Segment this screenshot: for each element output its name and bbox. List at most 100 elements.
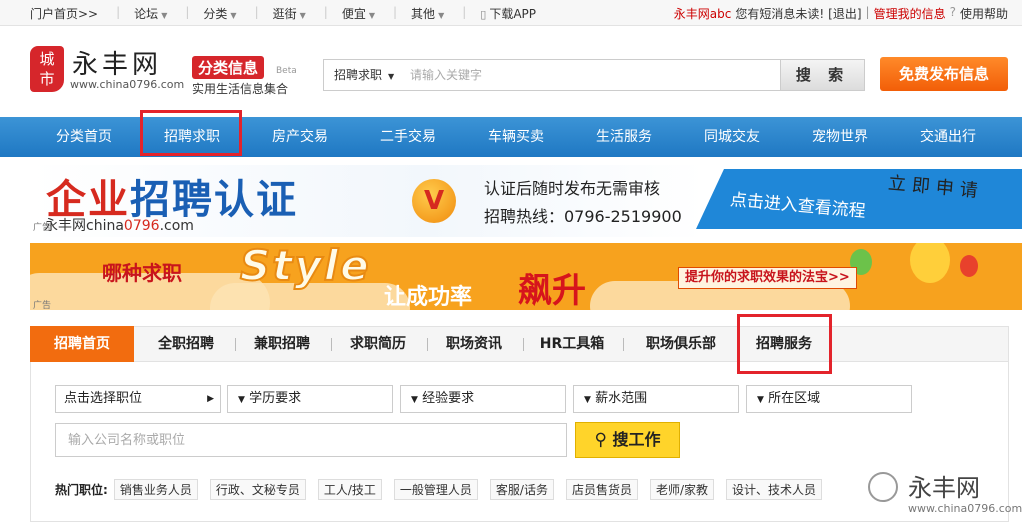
tab-resumes[interactable]: 求职简历 <box>335 327 421 361</box>
education-select-label: 学历要求 <box>249 391 302 406</box>
nav-item-vehicles[interactable]: 车辆买卖 <box>462 117 570 157</box>
hot-tag[interactable]: 一般管理人员 <box>393 479 478 500</box>
position-select-label: 点击选择职位 <box>64 391 143 406</box>
nav-item-pets[interactable]: 宠物世界 <box>786 117 894 157</box>
top-link-label: 下载APP <box>489 7 537 21</box>
top-link-other[interactable]: 其他 ▼ <box>411 5 444 22</box>
experience-select-label: 经验要求 <box>422 391 475 406</box>
top-link-portal[interactable]: 门户首页>> <box>30 5 98 22</box>
top-link-bargain[interactable]: 便宜 ▼ <box>342 5 375 22</box>
tab-hr-toolbox[interactable]: HR工具箱 <box>527 327 617 361</box>
tab-part-time[interactable]: 兼职招聘 <box>239 327 325 361</box>
hot-positions: 热门职位: 销售业务人员 行政、文秘专员 工人/技工 一般管理人员 客服/话务 … <box>55 479 834 500</box>
wechat-watermark: 永丰网 www.china0796.com <box>868 468 1022 524</box>
banner2-tips-link[interactable]: 提升你的求职效果的法宝>> <box>678 267 857 289</box>
tab-jobs-home[interactable]: 招聘首页 <box>30 326 134 362</box>
search-category-label: 招聘求职 <box>334 68 383 82</box>
top-link-forum[interactable]: 论坛 ▼ <box>134 5 167 22</box>
ad-label: 广告 <box>33 301 52 311</box>
tab-career-club[interactable]: 职场俱乐部 <box>631 327 731 361</box>
nav-item-life-services[interactable]: 生活服务 <box>570 117 678 157</box>
search-input[interactable] <box>410 60 780 90</box>
top-link-download-app[interactable]: ▯ 下载APP <box>480 5 536 22</box>
hot-tag[interactable]: 店员售货员 <box>565 479 638 500</box>
banner2-style-word: Style <box>239 243 371 291</box>
nav-item-transport[interactable]: 交通出行 <box>894 117 1002 157</box>
divider: | <box>323 5 328 19</box>
unread-message-notice[interactable]: 您有短消息未读! <box>735 5 824 22</box>
search-button[interactable]: 搜 索 <box>780 60 864 90</box>
enterprise-certification-banner[interactable]: 企业招聘认证 V 认证后随时发布无需审核 招聘热线：0796-2519900 点… <box>30 165 1022 237</box>
site-logo[interactable]: 城市 永丰网 www.china0796.com <box>30 44 184 96</box>
salary-select[interactable]: ▼ 薪水范围 <box>573 385 739 413</box>
manage-info-link[interactable]: 管理我的信息 <box>874 5 946 22</box>
wechat-icon <box>868 472 898 502</box>
tab-career-news[interactable]: 职场资讯 <box>431 327 517 361</box>
publish-free-button[interactable]: 免费发布信息 <box>880 57 1008 91</box>
beta-label: Beta <box>276 66 297 76</box>
watermark-part: 永丰网china <box>44 218 124 234</box>
tab-full-time[interactable]: 全职招聘 <box>143 327 229 361</box>
search-box: 招聘求职 ▼ 搜 索 <box>323 59 865 91</box>
divider <box>523 338 524 351</box>
job-search-panel: 点击选择职位 ▶ ▼ 学历要求 ▼ 经验要求 ▼ 薪水范围 ▼ 所在区域 ⚲ 搜工… <box>30 362 1009 522</box>
classified-subtitle: 实用生活信息集合 <box>192 82 289 96</box>
logo-seal-top: 城 <box>39 50 55 68</box>
nav-item-dating[interactable]: 同城交友 <box>678 117 786 157</box>
balloon-icon <box>960 255 978 277</box>
top-link-label: 便宜 <box>341 7 366 21</box>
divider: | <box>116 5 121 19</box>
hot-positions-label: 热门职位: <box>55 483 108 497</box>
top-link-label: 论坛 <box>134 7 159 21</box>
keyword-input[interactable] <box>56 424 566 456</box>
username-link[interactable]: 永丰网abc <box>674 5 732 22</box>
banner-hotline: 招聘热线：0796-2519900 <box>484 207 682 226</box>
hot-tag[interactable]: 老师/家教 <box>649 479 715 500</box>
experience-select[interactable]: ▼ 经验要求 <box>400 385 566 413</box>
caret-down-icon: ▼ <box>238 395 245 405</box>
search-category-select[interactable]: 招聘求职 ▼ <box>324 60 408 90</box>
hot-tag[interactable]: 设计、技术人员 <box>726 479 823 500</box>
banner2-subtext: 让成功率 <box>384 285 473 310</box>
logo-url: www.china0796.com <box>70 78 185 91</box>
annotation-highlight-box <box>140 110 242 156</box>
hot-tag[interactable]: 行政、文秘专员 <box>209 479 306 500</box>
nav-item-second-hand[interactable]: 二手交易 <box>354 117 462 157</box>
caret-down-icon: ▼ <box>584 395 591 405</box>
job-style-banner[interactable]: 哪种求职 Style 让成功率 飙升 提升你的求职效果的法宝>> <box>30 243 1022 310</box>
watermark-part: 0796 <box>123 218 160 234</box>
caret-down-icon: ▼ <box>757 395 764 405</box>
hot-tag[interactable]: 销售业务人员 <box>113 479 198 500</box>
top-link-shopping[interactable]: 逛街 ▼ <box>273 5 306 22</box>
position-select[interactable]: 点击选择职位 ▶ <box>55 385 221 413</box>
find-job-label: 搜工作 <box>612 430 661 449</box>
find-job-button[interactable]: ⚲ 搜工作 <box>575 422 680 458</box>
caret-right-icon: ▶ <box>207 394 214 404</box>
keyword-field <box>55 423 567 457</box>
education-select[interactable]: ▼ 学历要求 <box>227 385 393 413</box>
search-icon: ⚲ <box>594 430 607 450</box>
wechat-watermark-url: www.china0796.com <box>908 502 1022 515</box>
hot-tag[interactable]: 客服/话务 <box>489 479 554 500</box>
banner-title-part: 认证 <box>214 177 298 223</box>
divider: | <box>254 5 259 19</box>
wechat-watermark-name: 永丰网 <box>908 474 980 502</box>
top-link-label: 其他 <box>411 7 436 21</box>
nav-item-classified-home[interactable]: 分类首页 <box>30 117 138 157</box>
divider: | <box>393 5 398 19</box>
help-link[interactable]: 使用帮助 <box>960 5 1008 22</box>
logout-link[interactable]: [退出] <box>828 5 861 22</box>
divider: | <box>865 5 870 19</box>
area-select[interactable]: ▼ 所在区域 <box>746 385 912 413</box>
hot-tag[interactable]: 工人/技工 <box>317 479 382 500</box>
top-link-label: 门户首页>> <box>30 7 99 21</box>
nav-item-real-estate[interactable]: 房产交易 <box>246 117 354 157</box>
top-link-classified[interactable]: 分类 ▼ <box>203 5 236 22</box>
top-utility-bar: 门户首页>> | 论坛 ▼ | 分类 ▼ | 逛街 ▼ | 便宜 ▼ | 其他 ▼ | ▯… <box>0 0 1022 26</box>
divider <box>427 338 428 351</box>
caret-down-icon: ▼ <box>230 11 237 20</box>
phone-icon: ▯ <box>480 8 487 21</box>
classified-logo[interactable]: 分类信息 Beta 实用生活信息集合 <box>192 56 297 97</box>
banner2-question: 哪种求职 <box>102 261 182 285</box>
top-link-label: 逛街 <box>272 7 297 21</box>
